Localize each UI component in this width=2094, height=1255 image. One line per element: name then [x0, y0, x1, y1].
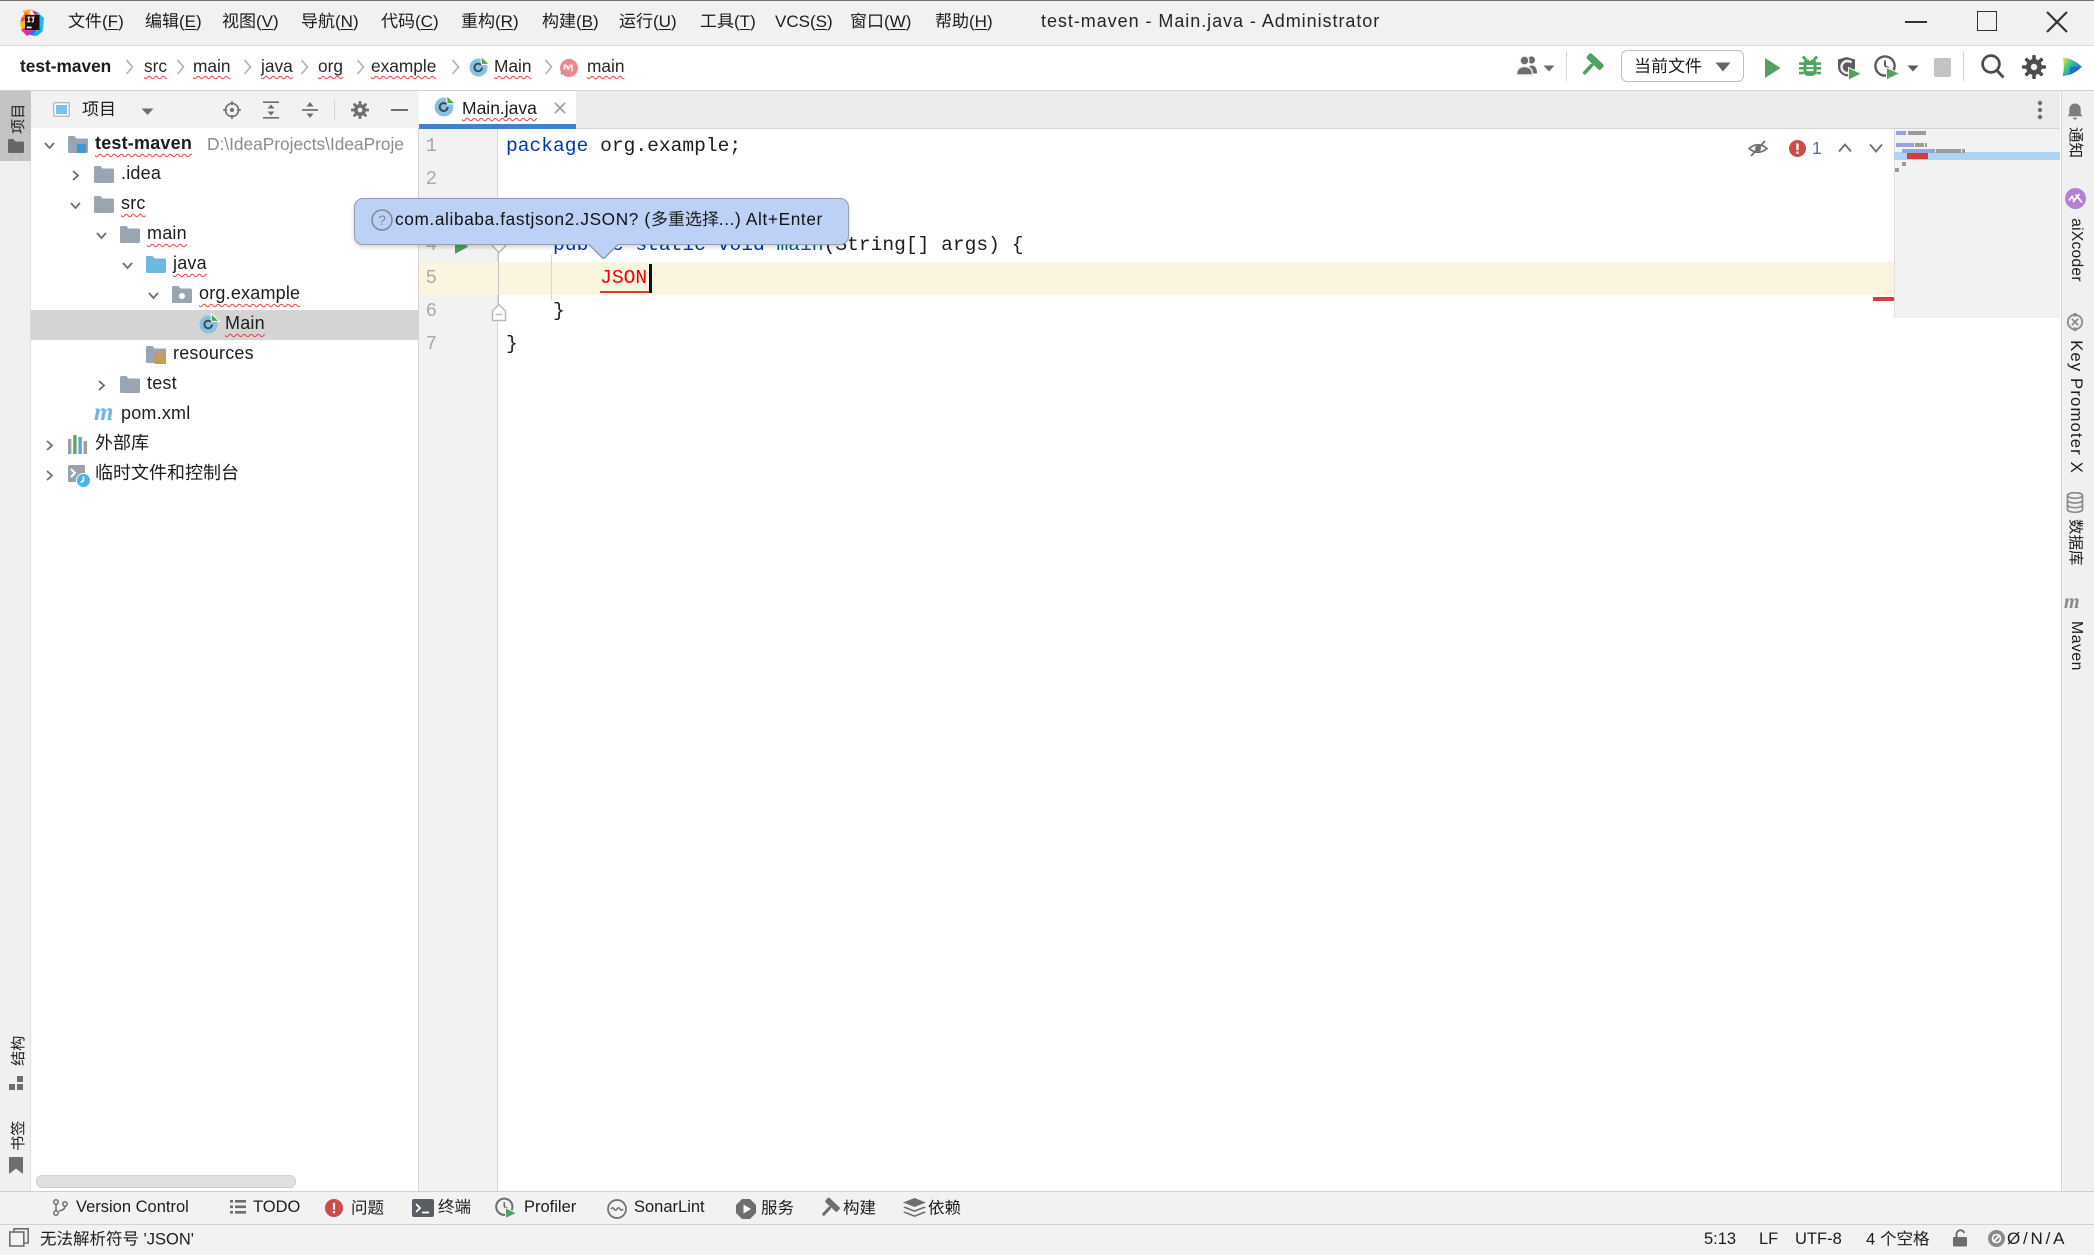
svg-text:?: ?	[378, 212, 386, 228]
